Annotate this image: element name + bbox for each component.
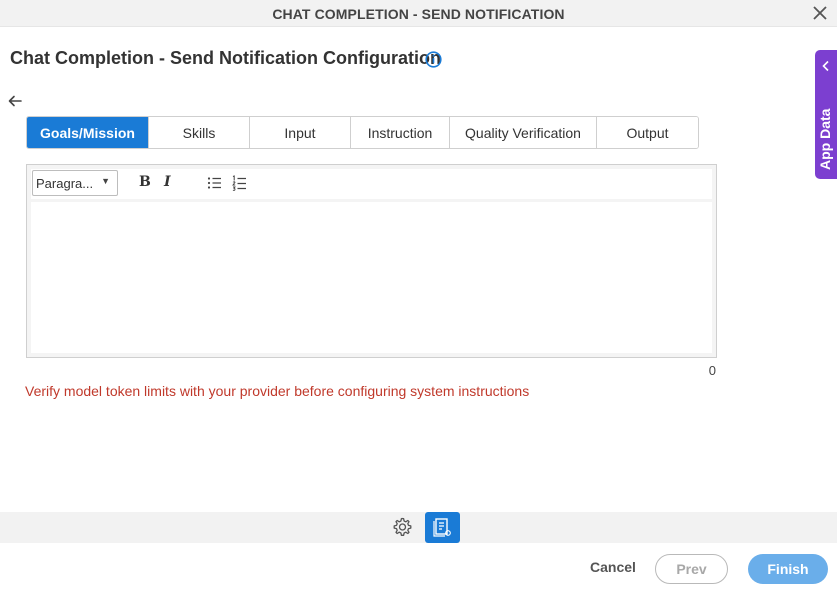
- tab-goals-mission[interactable]: Goals/Mission: [27, 117, 149, 148]
- document-preview-button[interactable]: [425, 512, 460, 543]
- tab-quality-verification[interactable]: Quality Verification: [450, 117, 597, 148]
- editor-toolbar: Paragra... ▼ B I: [31, 169, 712, 199]
- chevron-left-icon: [822, 60, 829, 72]
- paragraph-format-value: Paragra...: [36, 176, 94, 191]
- back-arrow-icon[interactable]: [7, 93, 23, 109]
- editor-text-area[interactable]: [31, 202, 712, 353]
- finish-button[interactable]: Finish: [748, 554, 828, 584]
- info-icon[interactable]: [425, 51, 442, 68]
- numbered-list-icon[interactable]: [231, 174, 249, 192]
- italic-button[interactable]: I: [164, 174, 182, 192]
- cancel-button[interactable]: Cancel: [585, 559, 641, 575]
- tab-bar: Goals/Mission Skills Input Instruction Q…: [26, 116, 699, 149]
- prev-label: Prev: [676, 561, 707, 577]
- token-limit-warning: Verify model token limits with your prov…: [25, 383, 530, 399]
- bullet-list-icon[interactable]: [206, 174, 224, 192]
- finish-label: Finish: [767, 561, 809, 577]
- tab-skills[interactable]: Skills: [149, 117, 250, 148]
- page-title: Chat Completion - Send Notification Conf…: [10, 48, 441, 68]
- tab-instruction[interactable]: Instruction: [351, 117, 450, 148]
- window-title: CHAT COMPLETION - SEND NOTIFICATION: [272, 6, 565, 22]
- tab-output[interactable]: Output: [597, 117, 698, 148]
- paragraph-format-select[interactable]: Paragra... ▼: [32, 170, 118, 196]
- document-icon: [433, 518, 451, 537]
- app-data-panel-toggle[interactable]: App Data: [815, 50, 837, 179]
- title-bar: CHAT COMPLETION - SEND NOTIFICATION: [0, 0, 837, 27]
- dropdown-arrow-icon: ▼: [101, 176, 110, 186]
- app-data-label: App Data: [817, 108, 833, 170]
- tab-input[interactable]: Input: [250, 117, 351, 148]
- bottom-toolbar: [0, 512, 837, 543]
- tab-label: Goals/Mission: [40, 124, 135, 141]
- prev-button[interactable]: Prev: [655, 554, 728, 584]
- tab-label: Instruction: [367, 124, 433, 141]
- rich-text-editor: Paragra... ▼ B I: [26, 164, 717, 358]
- close-icon[interactable]: [811, 4, 829, 22]
- tab-label: Output: [626, 124, 669, 141]
- tab-label: Input: [284, 124, 316, 141]
- character-count: 0: [708, 363, 716, 378]
- tab-label: Skills: [182, 124, 216, 141]
- bold-button[interactable]: B: [139, 174, 157, 192]
- tab-label: Quality Verification: [465, 124, 581, 141]
- gear-icon[interactable]: [391, 516, 413, 538]
